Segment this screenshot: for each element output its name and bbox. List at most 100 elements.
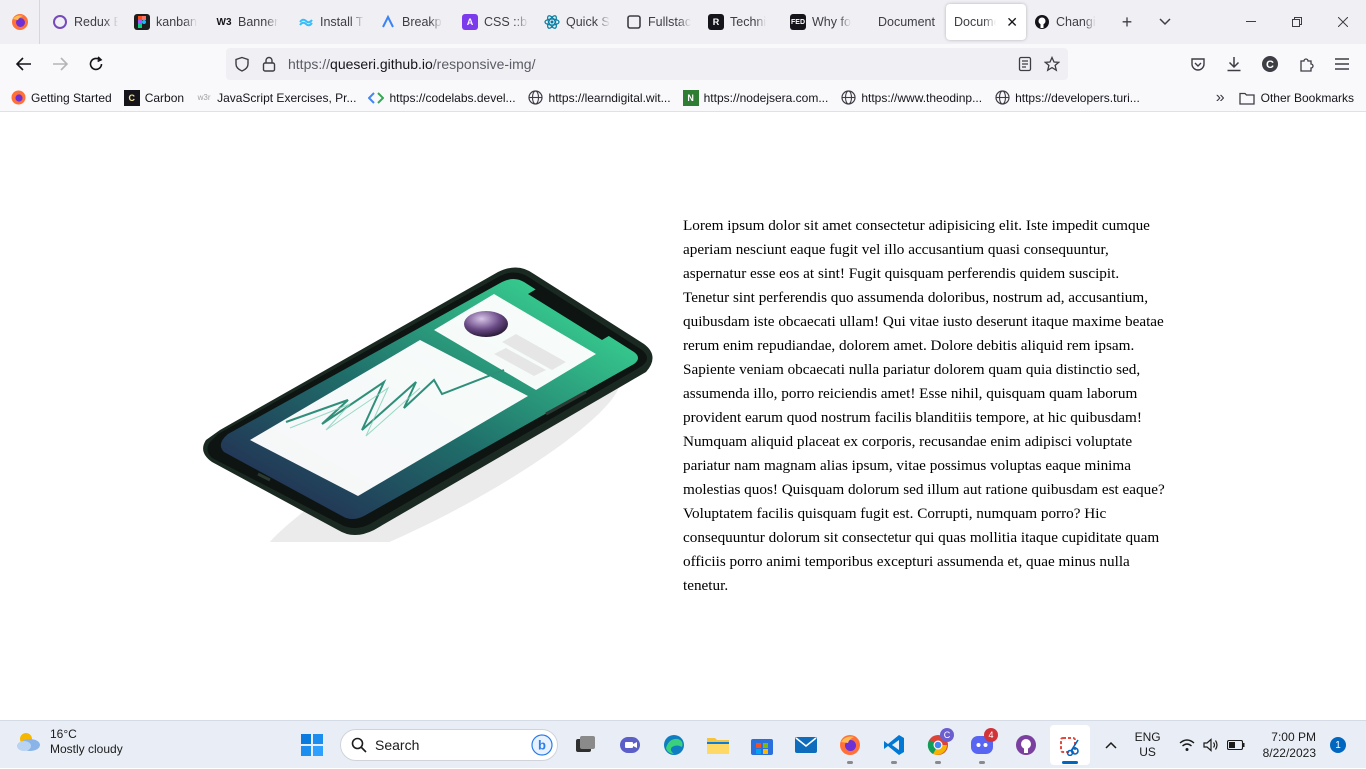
tailwind-breakpoints-icon [380,14,396,30]
shield-icon[interactable] [234,56,250,72]
tab-label: Fullstac [648,15,692,29]
bookmark-codelabs[interactable]: https://codelabs.devel... [368,90,516,106]
tab-label: Breakp [402,15,442,29]
wifi-icon [1179,739,1195,751]
back-button[interactable] [6,48,42,80]
lock-icon[interactable] [262,56,276,72]
firefox-view-button[interactable] [0,0,40,44]
clock[interactable]: 7:00 PM 8/22/2023 [1263,729,1316,761]
cloudy-weather-icon [17,733,40,751]
bookmark-label: https://codelabs.devel... [389,90,516,105]
address-bar[interactable]: https://queseri.github.io/responsive-img… [226,48,1068,80]
pocket-button[interactable] [1180,48,1216,80]
list-tabs-button[interactable] [1146,4,1184,40]
show-hidden-icons-button[interactable] [1097,741,1125,749]
tab-list: Redux E kanban W3 Banner Install T Break… [40,0,1184,44]
reload-button[interactable] [78,48,114,80]
discord-button[interactable]: 4 [962,725,1002,765]
github-icon [1034,14,1050,30]
chevron-double-right-icon[interactable]: » [1216,89,1225,107]
start-button[interactable] [292,725,332,765]
tab-label: Banner [238,15,279,29]
restore-button[interactable] [1274,0,1320,44]
figma-icon [134,14,150,30]
tab-document[interactable]: Document [864,4,946,40]
temperature: 16°C [50,727,77,741]
bing-icon[interactable]: b [531,734,553,756]
running-indicator [847,761,853,764]
tailwind-icon [298,14,314,30]
tab-fullstack[interactable]: Fullstac [618,4,700,40]
fem-icon: FED [790,14,806,30]
account-avatar-icon: C [1262,56,1278,72]
taskbar-search[interactable]: Search b [340,729,558,761]
bookmark-nodejsera[interactable]: N https://nodejsera.com... [682,89,828,106]
menu-button[interactable] [1324,48,1360,80]
tab-banner[interactable]: W3 Banner [208,4,290,40]
tab-kanban[interactable]: kanban [126,4,208,40]
redux-icon [52,14,68,30]
account-button[interactable]: C [1252,48,1288,80]
edge-button[interactable] [654,725,694,765]
bookmark-getting-started[interactable]: Getting Started [10,90,112,106]
microsoft-store-button[interactable] [742,725,782,765]
navigation-toolbar: https://queseri.github.io/responsive-img… [0,44,1366,84]
quick-settings-button[interactable] [1179,738,1245,752]
reload-icon [89,56,103,71]
bookmark-star-icon[interactable] [1044,56,1060,72]
close-window-button[interactable] [1320,0,1366,44]
downloads-button[interactable] [1216,48,1252,80]
task-view-button[interactable] [566,725,606,765]
vscode-button[interactable] [874,725,914,765]
firefox-icon [10,90,26,106]
bookmark-theodinproject[interactable]: https://www.theodinp... [840,90,982,106]
extensions-button[interactable] [1288,48,1324,80]
tab-why-fo[interactable]: FED Why fo [782,4,864,40]
body-paragraph: Lorem ipsum dolor sit amet consectetur a… [683,217,1165,594]
taskbar-apps: Search b C 4 [292,725,1090,765]
globe-icon [528,90,544,106]
snipping-tool-button[interactable] [1050,725,1090,765]
minimize-button[interactable] [1228,0,1274,44]
mail-button[interactable] [786,725,826,765]
system-tray: ENG US 7:00 PM 8/22/2023 1 [1097,721,1366,769]
close-tab-icon[interactable]: ✕ [1006,14,1018,31]
bookmarks-right: » Other Bookmarks [1216,84,1354,112]
new-tab-button[interactable]: + [1108,4,1146,40]
chat-icon [620,737,640,753]
tab-redux[interactable]: Redux E [44,4,126,40]
bookmark-label: https://learndigital.wit... [548,90,671,105]
github-icon [1016,735,1036,755]
bookmark-carbon[interactable]: C Carbon [123,89,184,106]
tab-technical[interactable]: R Techni [700,4,782,40]
tab-document-active[interactable]: Docume ✕ [946,4,1026,40]
teams-chat-button[interactable] [610,725,650,765]
reader-view-icon[interactable] [1018,56,1032,72]
bookmarks-toolbar: Getting Started C Carbon w3r JavaScript … [0,84,1366,112]
r-logo-icon: R [708,14,724,30]
running-indicator [979,761,985,764]
page-viewport: Lorem ipsum dolor sit amet consectetur a… [0,113,1366,720]
notification-badge[interactable]: 1 [1330,737,1346,753]
url-text[interactable]: https://queseri.github.io/responsive-img… [288,56,535,72]
carbon-icon: C [123,89,140,106]
bookmark-developers-turing[interactable]: https://developers.turi... [994,90,1140,106]
tab-css-before[interactable]: A CSS ::be [454,4,536,40]
other-bookmarks-label[interactable]: Other Bookmarks [1261,91,1354,105]
input-language[interactable]: ENG US [1135,730,1161,760]
fullstack-icon [626,14,642,30]
bookmark-js-exercises[interactable]: w3r JavaScript Exercises, Pr... [196,90,357,106]
firefox-taskbar-button[interactable] [830,725,870,765]
github-desktop-button[interactable] [1006,725,1046,765]
tab-breakpoints[interactable]: Breakp [372,4,454,40]
chrome-button[interactable]: C [918,725,958,765]
forward-button[interactable] [42,48,78,80]
tab-changing[interactable]: Changi [1026,4,1108,40]
file-explorer-button[interactable] [698,725,738,765]
css-tricks-icon: A [462,14,478,30]
bookmark-learndigital[interactable]: https://learndigital.wit... [528,90,671,106]
tab-install-tailwind[interactable]: Install T [290,4,372,40]
folder-icon [707,738,729,754]
tab-quick-start[interactable]: Quick S [536,4,618,40]
weather-widget[interactable]: 16°C Mostly cloudy [14,727,123,757]
